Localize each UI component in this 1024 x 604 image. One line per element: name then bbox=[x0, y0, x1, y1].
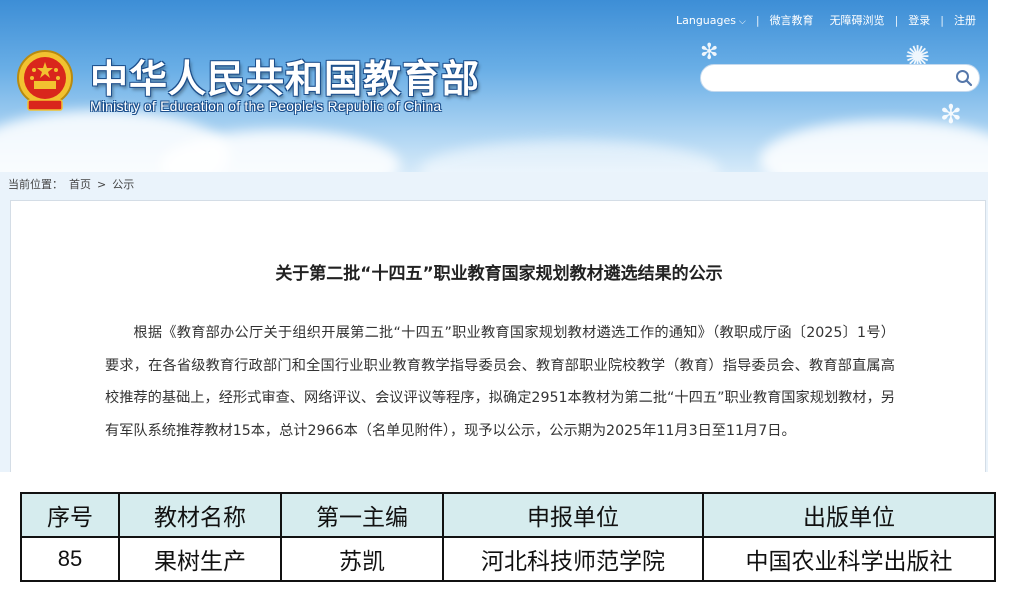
article-title: 关于第二批“十四五”职业教育国家规划教材遴选结果的公示 bbox=[275, 264, 723, 284]
table-header-row: 序号 教材名称 第一主编 申报单位 出版单位 bbox=[20, 492, 996, 538]
breadcrumb-separator: > bbox=[97, 177, 107, 191]
dandelion-icon: ✻ bbox=[940, 100, 962, 130]
nav-separator: | bbox=[894, 13, 899, 27]
register-link[interactable]: 注册 bbox=[946, 12, 984, 28]
article-body: 根据《教育部办公厅关于组织开展第二批“十四五”职业教育国家规划教材遴选工作的通知… bbox=[105, 325, 895, 439]
search-box bbox=[700, 64, 980, 92]
textbook-info-table: 序号 教材名称 第一主编 申报单位 出版单位 85 果树生产 苏凯 河北科技师范… bbox=[20, 492, 996, 582]
breadcrumb-label: 当前位置： bbox=[8, 178, 63, 191]
cell-index: 85 bbox=[20, 536, 120, 582]
accessibility-link[interactable]: 无障碍浏览 bbox=[822, 12, 893, 28]
site-title: 中华人民共和国教育部 bbox=[90, 57, 481, 101]
article-panel: 关于第二批“十四五”职业教育国家规划教材遴选结果的公示 根据《教育部办公厅关于组… bbox=[10, 200, 986, 472]
browser-screenshot: ✻ ✺ ✻ 中华人民共和国教育部 Ministry of Education o… bbox=[0, 0, 988, 472]
dandelion-icon: ✻ bbox=[700, 40, 719, 65]
chevron-down-icon: ⌵ bbox=[739, 16, 746, 27]
table-row: 85 果树生产 苏凯 河北科技师范学院 中国农业科学出版社 bbox=[20, 536, 996, 582]
column-header-textbook-name: 教材名称 bbox=[118, 492, 282, 538]
search-icon[interactable] bbox=[955, 69, 973, 87]
breadcrumb-home-link[interactable]: 首页 bbox=[69, 176, 91, 192]
search-input[interactable] bbox=[713, 69, 947, 89]
nav-separator: | bbox=[755, 13, 760, 27]
cell-publisher: 中国农业科学出版社 bbox=[702, 536, 996, 582]
languages-label: Languages bbox=[675, 13, 737, 27]
weibo-link[interactable]: 微言教育 bbox=[762, 12, 822, 28]
site-subtitle: Ministry of Education of the People's Re… bbox=[90, 98, 442, 114]
site-header: ✻ ✺ ✻ 中华人民共和国教育部 Ministry of Education o… bbox=[0, 0, 988, 172]
column-header-chief-editor: 第一主编 bbox=[280, 492, 444, 538]
languages-menu[interactable]: Languages ⌵ bbox=[668, 14, 754, 27]
login-link[interactable]: 登录 bbox=[900, 12, 938, 28]
cloud-decoration bbox=[420, 140, 720, 172]
column-header-applicant-unit: 申报单位 bbox=[442, 492, 704, 538]
nav-separator: | bbox=[940, 13, 944, 27]
cell-applicant-unit: 河北科技师范学院 bbox=[442, 536, 704, 582]
cell-chief-editor: 苏凯 bbox=[280, 536, 444, 582]
column-header-index: 序号 bbox=[20, 492, 120, 538]
national-emblem-icon bbox=[17, 50, 73, 111]
cell-textbook-name: 果树生产 bbox=[118, 536, 282, 582]
breadcrumb-current[interactable]: 公示 bbox=[112, 176, 134, 192]
column-header-publisher: 出版单位 bbox=[702, 492, 996, 538]
breadcrumb: 当前位置： 首页 > 公示 bbox=[8, 176, 134, 192]
top-navigation: Languages ⌵ | 微言教育 无障碍浏览 | 登录 | 注册 bbox=[668, 12, 984, 28]
